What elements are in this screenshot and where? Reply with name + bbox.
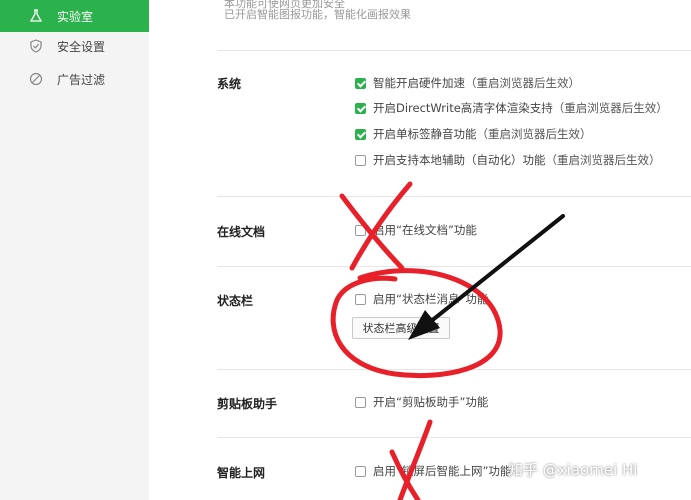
watermark: 知乎 @xiaomei Hi [508, 461, 638, 479]
option-clipboard[interactable]: 开启“剪贴板助手”功能 [355, 395, 488, 409]
option-accessibility[interactable]: 开启支持本地辅助（自动化）功能 （重启浏览器后生效） [355, 153, 661, 167]
checkbox[interactable] [355, 154, 366, 166]
divider [217, 437, 691, 438]
checkbox[interactable] [355, 128, 366, 140]
shield-icon [30, 39, 42, 53]
option-smart-web[interactable]: 启用“锁屏后智能上网”功能 [355, 464, 511, 478]
option-tab-mute[interactable]: 开启单标签静音功能 （重启浏览器后生效） [355, 127, 592, 141]
block-icon [29, 72, 43, 86]
section-title-smart-web: 智能上网 [217, 466, 266, 480]
status-bar-advanced-button[interactable]: 状态栏高级设置 [352, 317, 450, 339]
checkbox[interactable] [355, 77, 366, 89]
section-title-system: 系统 [217, 77, 242, 91]
divider [217, 266, 691, 267]
checkbox[interactable] [355, 224, 366, 236]
checkbox[interactable] [355, 102, 366, 114]
divider [217, 369, 691, 370]
section-title-clipboard: 剪贴板助手 [217, 397, 278, 411]
sidebar-item-lab[interactable]: 实验室 [0, 0, 149, 32]
checkbox[interactable] [355, 293, 366, 305]
flask-icon [29, 9, 43, 22]
sidebar-item-security[interactable]: 安全设置 [0, 30, 149, 62]
sidebar-item-label: 实验室 [57, 9, 94, 24]
section-title-status-bar: 状态栏 [217, 294, 254, 308]
divider [217, 196, 691, 197]
checkbox[interactable] [355, 465, 366, 477]
section-title-online-docs: 在线文档 [217, 225, 266, 239]
option-directwrite[interactable]: 开启DirectWrite高清字体渲染支持 （重启浏览器后生效） [355, 101, 668, 115]
option-online-docs[interactable]: 启用“在线文档”功能 [355, 223, 477, 237]
sidebar: 实验室 安全设置 广告过滤 [0, 0, 149, 500]
checkbox[interactable] [355, 396, 366, 408]
sidebar-item-label: 安全设置 [57, 39, 106, 54]
settings-panel: 系统 智能开启硬件加速 （重启浏览器后生效） 开启DirectWrite高清字体… [149, 0, 691, 500]
sidebar-item-adblock[interactable]: 广告过滤 [0, 63, 149, 95]
option-status-bar[interactable]: 启用“状态栏消息”功能 [355, 292, 488, 306]
option-hardware-accel[interactable]: 智能开启硬件加速 （重启浏览器后生效） [355, 76, 580, 90]
divider [217, 50, 691, 51]
sidebar-item-label: 广告过滤 [57, 72, 106, 87]
